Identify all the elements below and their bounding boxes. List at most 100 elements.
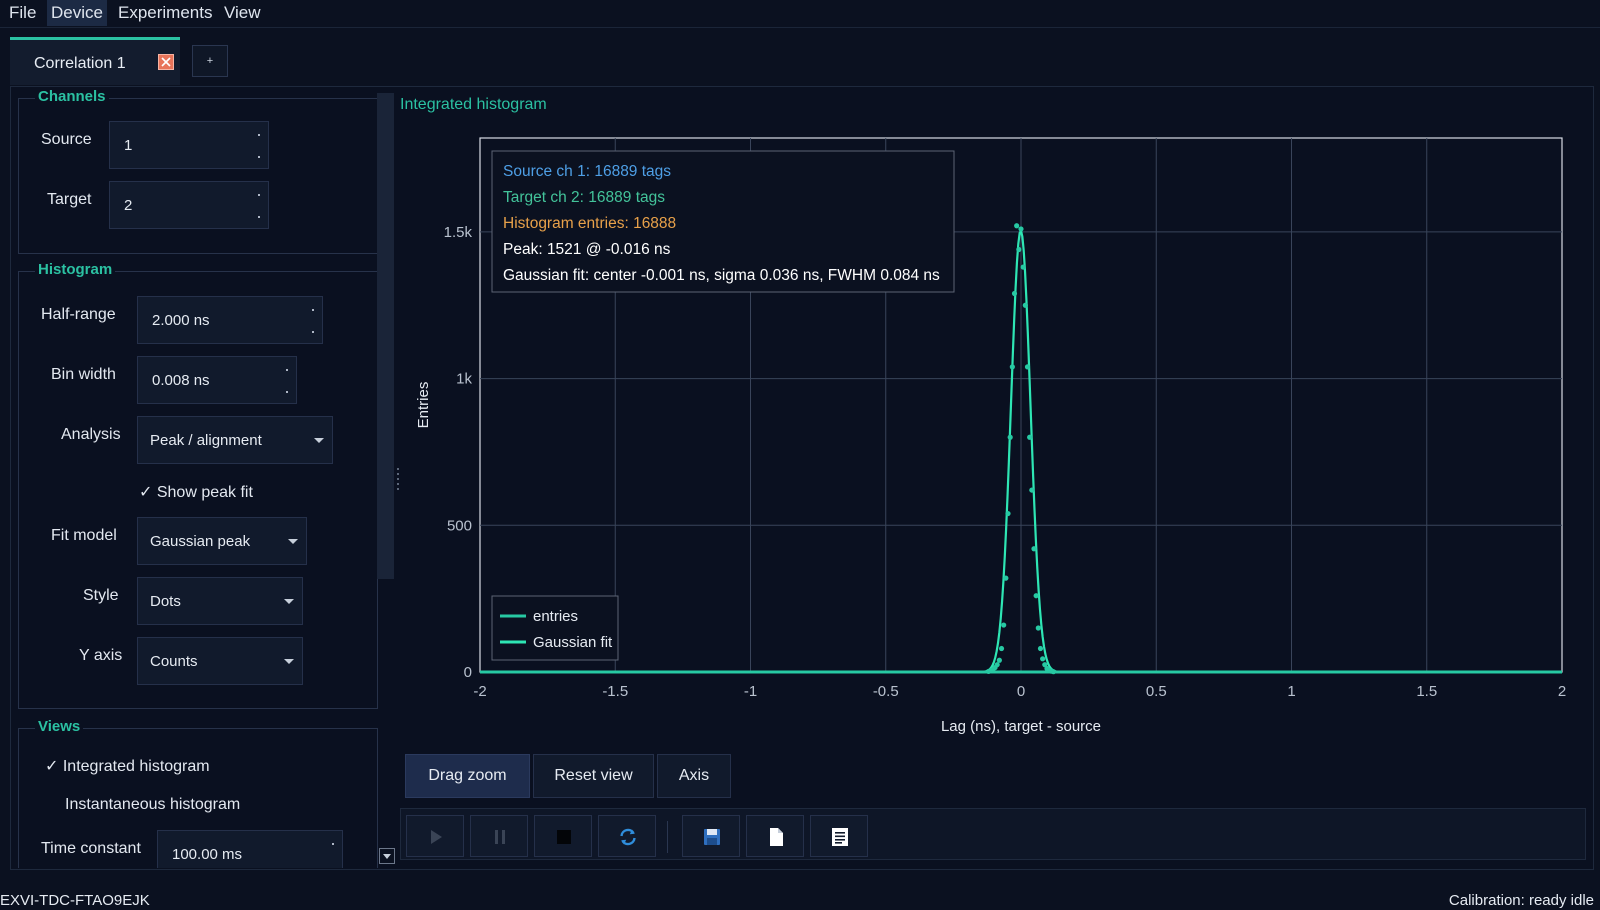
entries-dot (1031, 546, 1037, 552)
channels-group: Channels Source 1 Target 2 (18, 88, 378, 254)
show-peak-fit-checkbox[interactable]: ✓ Show peak fit (139, 482, 253, 502)
chevron-down-icon (383, 854, 391, 859)
analysis-combobox[interactable]: Peak / alignment (137, 416, 333, 464)
show-peak-fit-label: Show peak fit (156, 484, 253, 501)
y-tick-label: 1.5k (444, 224, 473, 241)
x-tick-label: 2 (1558, 683, 1566, 700)
target-spinbox[interactable]: 2 (109, 181, 269, 229)
chevron-down-icon (314, 438, 324, 443)
acquisition-toolbar (400, 808, 1586, 860)
histogram-title: Histogram (35, 261, 116, 278)
style-combobox[interactable]: Dots (137, 577, 303, 625)
entries-dot (1011, 290, 1018, 297)
spin-buttons[interactable] (324, 831, 342, 868)
entries-dot (1024, 364, 1031, 370)
save-button[interactable] (682, 815, 740, 857)
bin-width-label: Bin width (51, 366, 116, 383)
y-axis-value: Counts (150, 653, 198, 670)
instantaneous-histogram-label: Instantaneous histogram (65, 796, 241, 813)
bin-width-spinbox[interactable]: 0.008 ns (137, 356, 297, 404)
menu-file[interactable]: File (5, 0, 40, 26)
channels-title: Channels (35, 88, 109, 105)
x-tick-label: 0.5 (1146, 683, 1167, 700)
notes-icon (832, 828, 848, 846)
menu-experiments[interactable]: Experiments (114, 0, 216, 26)
views-group: Views ✓ Integrated histogram Instantaneo… (18, 718, 378, 868)
entries-dot (1027, 434, 1033, 440)
entries-dot (1001, 622, 1007, 628)
entries-dot (1003, 575, 1009, 581)
check-icon: ✓ (45, 758, 59, 775)
bin-width-value: 0.008 ns (152, 372, 210, 389)
y-tick-label: 0 (464, 664, 472, 681)
play-icon (431, 830, 442, 844)
new-file-button[interactable] (746, 815, 804, 857)
x-tick-label: -2 (473, 683, 486, 700)
entries-dot (1005, 510, 1011, 517)
histogram-group: Histogram Half-range 2.000 ns Bin width … (18, 261, 378, 709)
entries-dot (1018, 226, 1024, 232)
y-tick-label: 1k (456, 371, 472, 388)
panel-scrollbar[interactable] (377, 93, 394, 579)
style-label: Style (83, 587, 119, 604)
fit-model-combobox[interactable]: Gaussian peak (137, 517, 307, 565)
reset-view-button[interactable]: Reset view (533, 754, 654, 798)
axis-button[interactable]: Axis (657, 754, 731, 798)
scroll-down-button[interactable] (379, 848, 395, 864)
add-tab-button[interactable]: + (192, 45, 228, 77)
entries-dot (1007, 434, 1013, 440)
drag-zoom-button[interactable]: Drag zoom (405, 754, 530, 798)
target-label: Target (47, 191, 92, 208)
entries-dot (1040, 656, 1046, 662)
entries-dot (994, 662, 1000, 668)
info-target: Target ch 2: 16889 tags (503, 189, 665, 206)
play-button[interactable] (406, 815, 464, 857)
views-title: Views (35, 718, 84, 735)
half-range-spinbox[interactable]: 2.000 ns (137, 296, 323, 344)
pause-button[interactable] (470, 815, 528, 857)
entries-dot (1022, 302, 1028, 308)
spin-buttons[interactable] (250, 182, 268, 228)
save-icon (704, 829, 720, 845)
entries-dot (1029, 487, 1035, 493)
entries-dot (1033, 593, 1039, 599)
menu-device[interactable]: Device (47, 0, 107, 26)
instantaneous-histogram-checkbox[interactable]: Instantaneous histogram (65, 796, 240, 814)
x-tick-label: -1.5 (602, 683, 628, 700)
tab-correlation-1[interactable]: Correlation 1 (10, 37, 180, 85)
info-fit: Gaussian fit: center -0.001 ns, sigma 0.… (503, 267, 940, 284)
integrated-histogram-checkbox[interactable]: ✓ Integrated histogram (45, 756, 210, 776)
source-label: Source (41, 131, 92, 148)
new-file-icon (770, 828, 783, 846)
time-constant-label: Time constant (41, 840, 141, 857)
menu-bar: File Device Experiments View (0, 0, 1600, 28)
legend-fit: Gaussian fit (533, 634, 613, 651)
spin-buttons[interactable] (304, 297, 322, 343)
chevron-down-icon (288, 539, 298, 544)
spin-buttons[interactable] (278, 357, 296, 403)
integrated-histogram-label: Integrated histogram (62, 758, 210, 775)
notes-button[interactable] (810, 815, 868, 857)
x-tick-label: 1 (1287, 683, 1295, 700)
source-spinbox[interactable]: 1 (109, 121, 269, 169)
entries-dot (1035, 625, 1041, 631)
menu-view[interactable]: View (220, 0, 265, 26)
fit-model-label: Fit model (51, 527, 117, 544)
time-constant-spinbox[interactable]: 100.00 ms (157, 830, 343, 868)
spin-buttons[interactable] (250, 122, 268, 168)
target-value: 2 (124, 197, 133, 214)
check-icon: ✓ (139, 484, 153, 501)
y-ticks: 0 500 1k 1.5k (444, 224, 473, 681)
info-peak: Peak: 1521 @ -0.016 ns (503, 241, 671, 258)
status-device: EXVI-TDC-FTAO9EJK (0, 892, 150, 909)
stop-button[interactable] (534, 815, 592, 857)
y-axis-combobox[interactable]: Counts (137, 637, 303, 685)
histogram-chart[interactable]: 0 500 1k 1.5k -2 -1.5 -1 -0.5 0 0.5 1 1.5 2 Lag (ns… (400, 120, 1590, 750)
analysis-label: Analysis (61, 426, 121, 443)
refresh-button[interactable] (598, 815, 656, 857)
close-icon[interactable] (158, 54, 174, 70)
stop-icon (557, 830, 571, 844)
y-axis-label: Y axis (79, 647, 123, 664)
chart-title: Integrated histogram (400, 96, 547, 113)
entries-dot (1020, 264, 1026, 270)
